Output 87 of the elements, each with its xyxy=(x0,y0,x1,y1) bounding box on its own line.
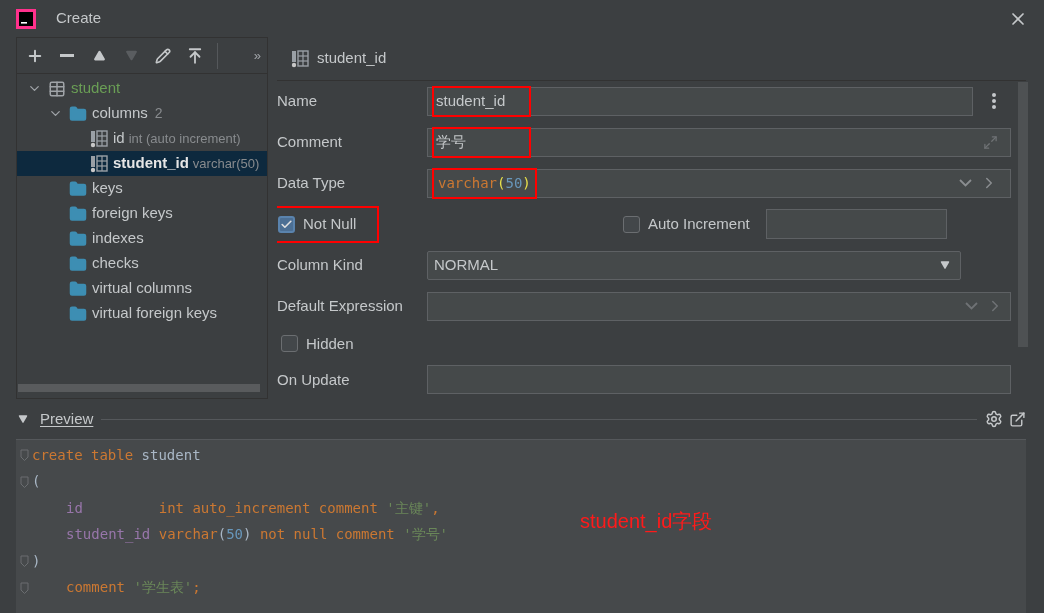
tree-item[interactable]: foreign keys xyxy=(17,201,267,226)
window-title: Create xyxy=(56,8,102,29)
input-field[interactable] xyxy=(427,365,1011,395)
tree-label: keys xyxy=(92,178,123,199)
checkbox-label: Hidden xyxy=(306,333,354,354)
tree-label: id xyxy=(113,128,125,149)
tree-item[interactable]: id int (auto increment) xyxy=(17,126,267,151)
tree-item[interactable]: student_id varchar(50) xyxy=(17,151,267,176)
tree-label: foreign keys xyxy=(92,203,173,224)
tree-item[interactable]: virtual columns xyxy=(17,276,267,301)
input-field[interactable] xyxy=(765,209,947,240)
folder-icon xyxy=(69,229,87,248)
tree-label: student_id xyxy=(113,153,189,174)
horizontal-scrollbar[interactable] xyxy=(18,384,260,392)
more-button[interactable]: » xyxy=(253,45,261,66)
dropdown-arrow-icon xyxy=(940,260,950,271)
type-detail: int (auto increment) xyxy=(128,129,241,148)
tree-item[interactable]: student xyxy=(17,76,267,101)
fold-marker-icon[interactable] xyxy=(19,475,29,488)
fold-marker-icon[interactable] xyxy=(19,581,29,594)
tree-item[interactable]: indexes xyxy=(17,226,267,251)
upload-icon xyxy=(186,46,204,65)
vertical-scrollbar[interactable] xyxy=(1018,82,1028,347)
folder-icon xyxy=(69,304,87,323)
annotation-text: student_id字段 xyxy=(580,509,713,535)
tree-label: student xyxy=(71,78,121,99)
not-null-checkbox[interactable]: Not Null xyxy=(277,207,377,241)
code-line: id int auto_increment comment '主键', xyxy=(65,498,440,519)
type-detail: varchar(50) xyxy=(192,154,260,173)
more-icon xyxy=(992,93,996,110)
folder-icon xyxy=(69,254,87,273)
chevron-down-icon xyxy=(965,302,978,311)
count-label: 2 xyxy=(154,104,163,123)
data-type-field[interactable]: varchar(50) xyxy=(427,168,1011,198)
triangle-down-icon xyxy=(124,49,138,62)
settings-icon xyxy=(985,410,1003,428)
checkbox[interactable] xyxy=(281,335,298,353)
code-line: create table student xyxy=(32,445,201,465)
tree-label: checks xyxy=(92,253,139,274)
tree-label: columns xyxy=(92,103,148,124)
name-field[interactable]: student_id xyxy=(427,86,973,116)
remove-icon xyxy=(60,54,74,57)
external-link-icon xyxy=(1009,410,1026,428)
tree-item[interactable]: columns 2 xyxy=(17,101,267,126)
folder-icon xyxy=(69,104,87,123)
field-value: student_id xyxy=(434,87,529,115)
field-label: Default Expression xyxy=(277,295,404,316)
folder-icon xyxy=(69,204,87,223)
field-value: 学号 xyxy=(434,128,529,156)
column-header: student_id xyxy=(317,48,387,69)
triangle-up-icon xyxy=(92,49,106,62)
fold-marker-icon[interactable] xyxy=(19,449,29,462)
code-line: student_id varchar(50) not null comment '学号' xyxy=(65,525,449,545)
app-logo-icon xyxy=(16,8,36,29)
tree-label: virtual columns xyxy=(92,278,193,299)
tree-label: virtual foreign keys xyxy=(92,303,218,324)
tree-item[interactable]: keys xyxy=(17,176,267,201)
tree-item[interactable]: virtual foreign keys xyxy=(17,301,267,326)
chevron-down-icon xyxy=(959,179,972,188)
field-value: varchar(50) xyxy=(434,169,535,197)
field-label: Comment xyxy=(277,132,344,153)
field-label: Name xyxy=(277,91,318,112)
code-line: ) xyxy=(32,551,41,571)
field-label: On Update xyxy=(277,369,351,390)
folder-icon xyxy=(69,279,87,298)
check-icon xyxy=(280,217,293,231)
column-icon xyxy=(90,129,108,148)
pencil-icon xyxy=(155,47,171,64)
code-line: ( xyxy=(32,472,41,492)
expression-field[interactable] xyxy=(427,291,1011,321)
column-icon xyxy=(90,154,108,173)
code-line: comment '学生表'; xyxy=(65,578,201,598)
fold-marker-icon[interactable] xyxy=(19,555,29,568)
column-kind-select[interactable]: NORMAL xyxy=(427,250,961,280)
column-icon xyxy=(291,49,309,68)
checkbox-label: Auto Increment xyxy=(648,214,750,235)
expand-icon xyxy=(983,134,998,150)
checkbox[interactable] xyxy=(278,215,295,233)
preview-title[interactable]: Preview xyxy=(40,407,94,431)
comment-field[interactable]: 学号 xyxy=(427,127,1011,157)
field-label: Data Type xyxy=(277,173,347,194)
field-label: Column Kind xyxy=(277,254,364,275)
folder-icon xyxy=(69,179,87,198)
checkbox[interactable] xyxy=(623,215,640,233)
table-icon xyxy=(48,79,66,98)
tree-label: indexes xyxy=(92,228,144,249)
tree-item[interactable]: checks xyxy=(17,251,267,276)
